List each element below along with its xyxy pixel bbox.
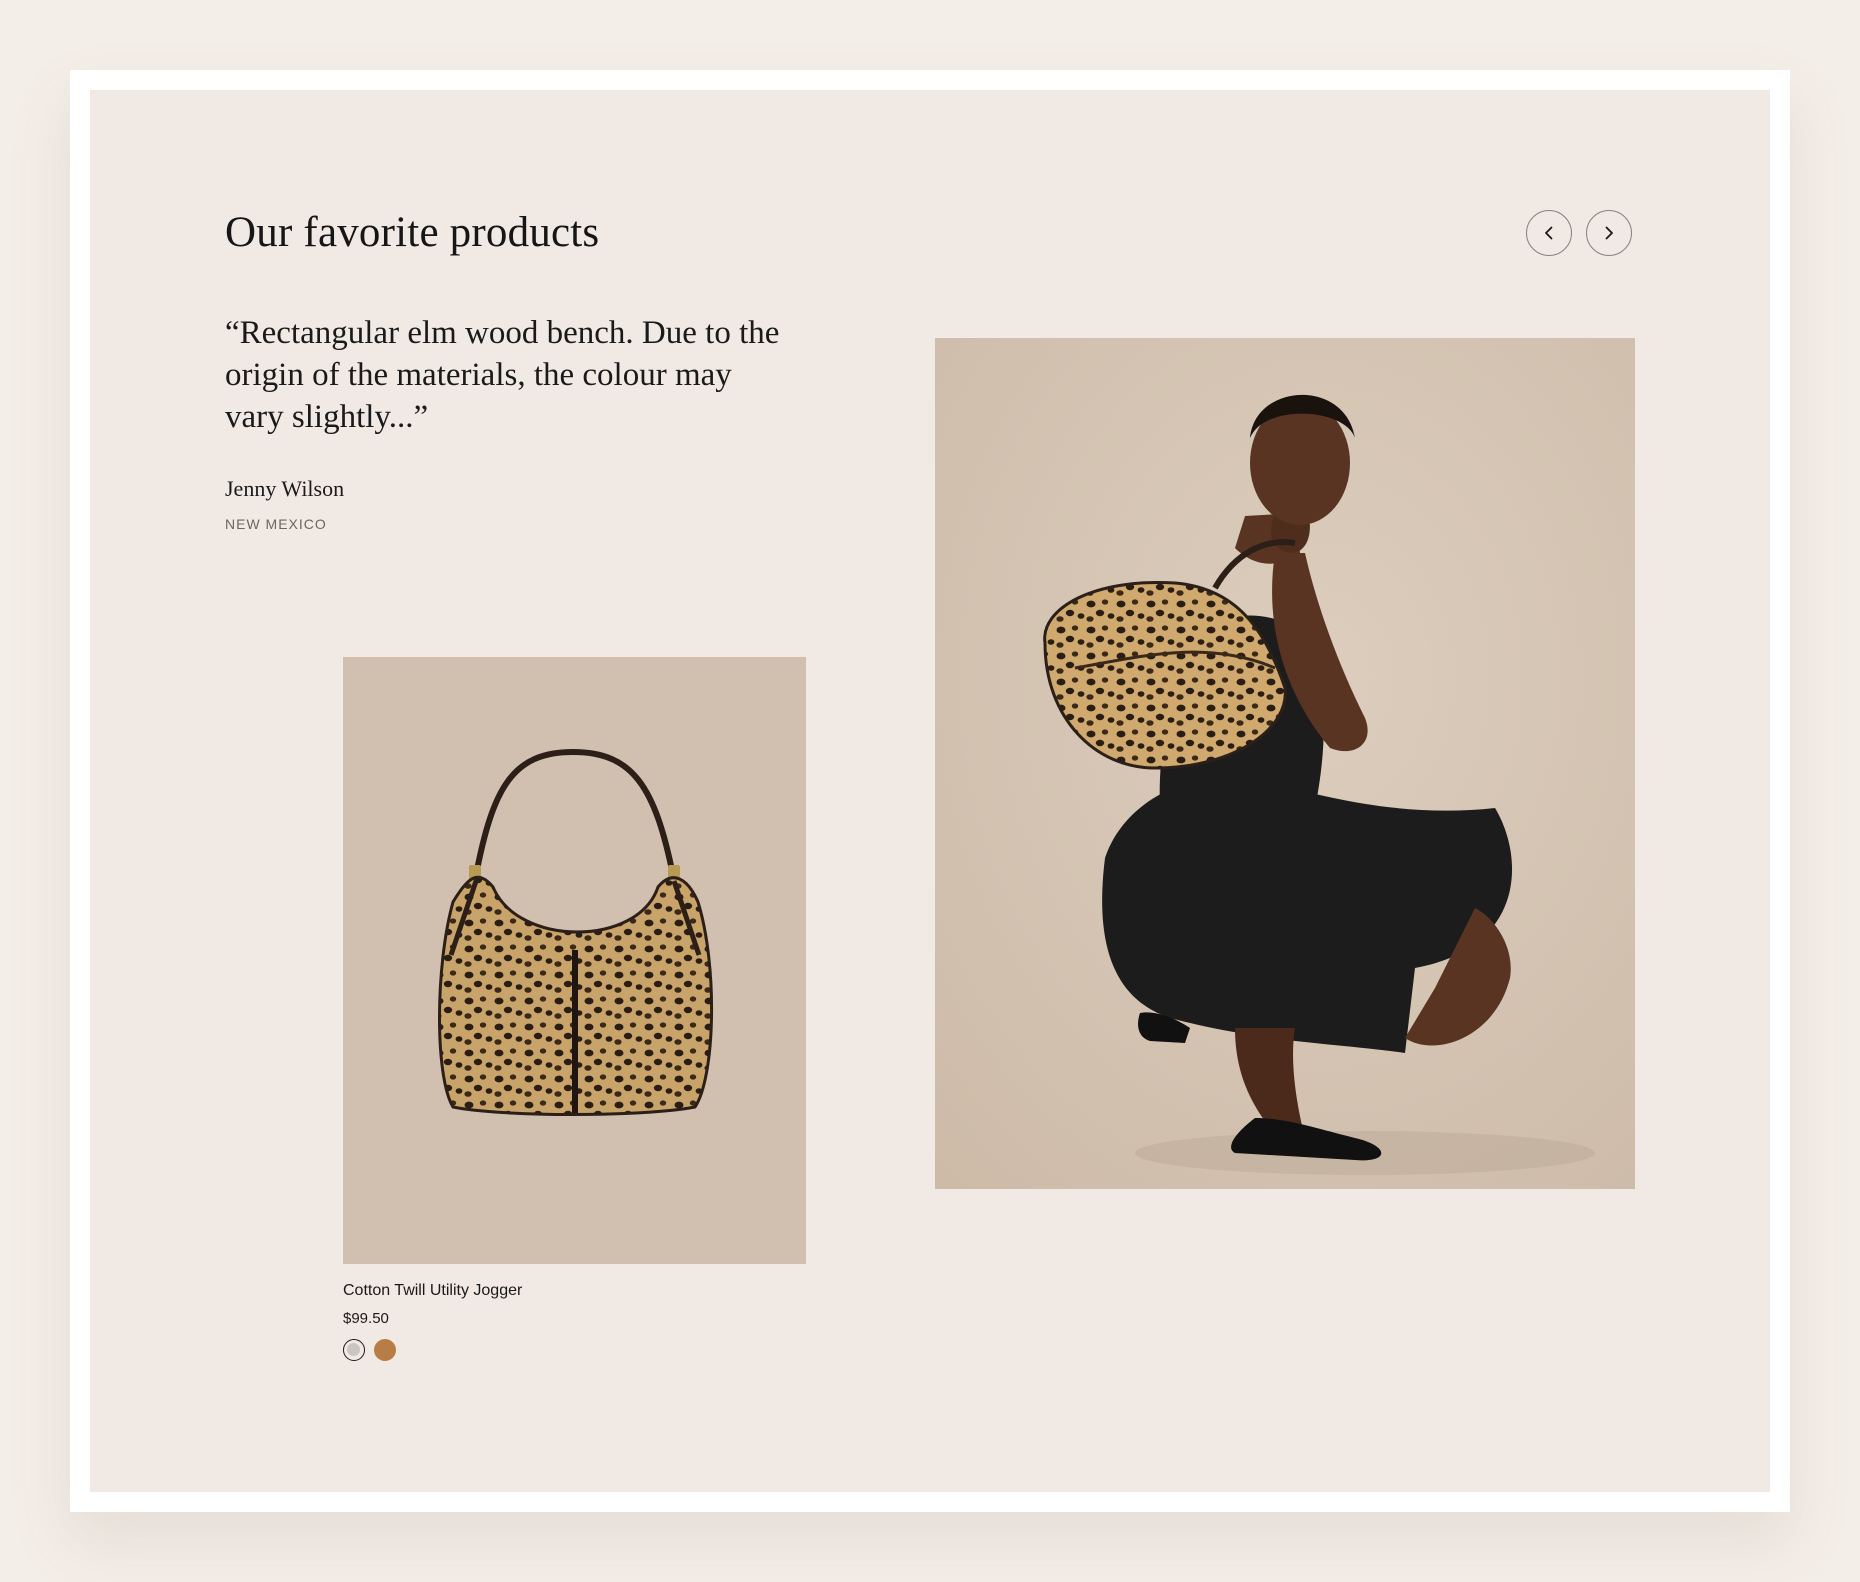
- product-card[interactable]: Cotton Twill Utility Jogger $99.50: [343, 657, 806, 1361]
- product-image[interactable]: [343, 657, 806, 1264]
- lifestyle-image: [935, 338, 1635, 1189]
- section-title: Our favorite products: [225, 209, 600, 256]
- chevron-right-icon: [1601, 225, 1617, 241]
- chevron-left-icon: [1541, 225, 1557, 241]
- product-price: $99.50: [343, 1310, 389, 1327]
- carousel-prev-button[interactable]: [1526, 210, 1572, 256]
- testimonial-author: Jenny Wilson: [225, 476, 345, 501]
- swatch-caramel[interactable]: [374, 1339, 396, 1361]
- page-frame: Our favorite products “Rectangular elm w…: [70, 70, 1790, 1512]
- favorites-section: Our favorite products “Rectangular elm w…: [90, 90, 1770, 1492]
- testimonial-location: NEW MEXICO: [225, 516, 327, 532]
- carousel-next-button[interactable]: [1586, 210, 1632, 256]
- product-name[interactable]: Cotton Twill Utility Jogger: [343, 1282, 806, 1300]
- color-swatches: [343, 1339, 806, 1361]
- swatch-grey[interactable]: [343, 1339, 365, 1361]
- testimonial-quote: “Rectangular elm wood bench. Due to the …: [225, 315, 780, 435]
